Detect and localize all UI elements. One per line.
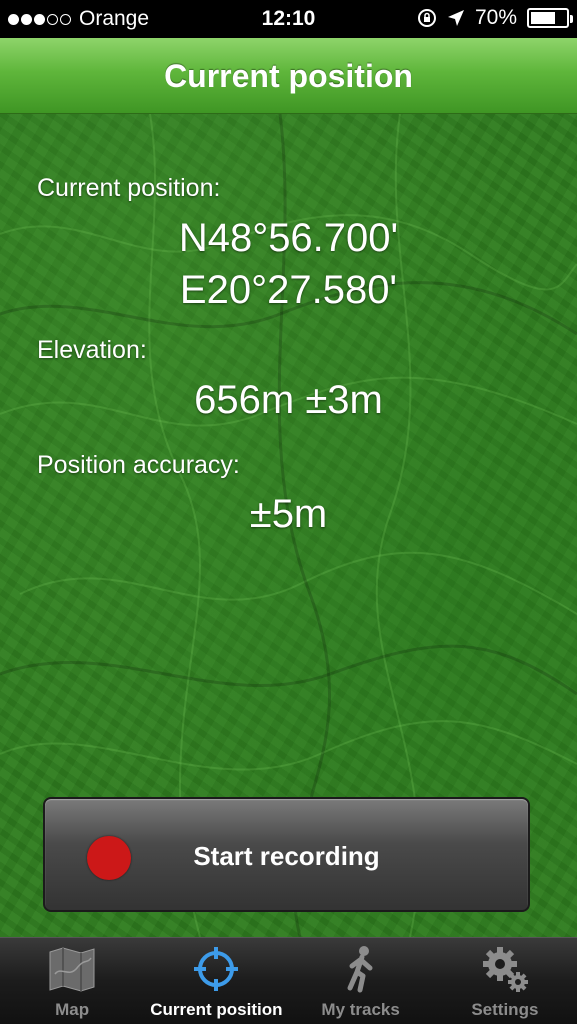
elevation-label: Elevation: [37,336,147,364]
gear-icon [482,947,528,992]
tab-current-position[interactable]: Current position [144,938,288,1024]
tab-my-tracks[interactable]: My tracks [289,938,433,1024]
rotation-lock-icon [417,9,436,27]
walking-person-icon [347,946,373,993]
navigation-bar: Current position [0,38,577,114]
tab-map-label: Map [55,1000,90,1019]
tab-my-tracks-label: My tracks [321,1000,400,1019]
position-accuracy-value: ±5m [249,492,328,536]
crosshair-icon [194,947,239,991]
longitude-value: E20°27.580' [179,268,398,312]
status-bar: Orange 12:10 70% [0,0,577,38]
battery-level-fill [531,12,555,24]
start-recording-label: Start recording [193,841,380,871]
battery-percent: 70% [474,6,517,29]
tab-settings-label: Settings [471,1000,539,1019]
tab-bar: Map Current position My tracks Settings [0,937,577,1024]
location-arrow-icon [447,10,464,26]
current-position-label: Current position: [37,174,221,202]
elevation-value: 656m ±3m [194,378,383,422]
status-right: 70% [417,6,573,30]
position-accuracy-label: Position accuracy: [37,451,240,479]
start-recording-button[interactable]: Start recording [43,797,530,912]
latitude-value: N48°56.700' [178,216,399,260]
position-panel: Current position: N48°56.700' E20°27.580… [0,114,577,937]
tab-current-position-label: Current position [150,1000,283,1019]
tab-map[interactable]: Map [0,938,144,1024]
battery-icon [527,8,573,28]
map-icon [49,947,95,992]
page-title: Current position [164,58,413,94]
tab-settings[interactable]: Settings [433,938,577,1024]
